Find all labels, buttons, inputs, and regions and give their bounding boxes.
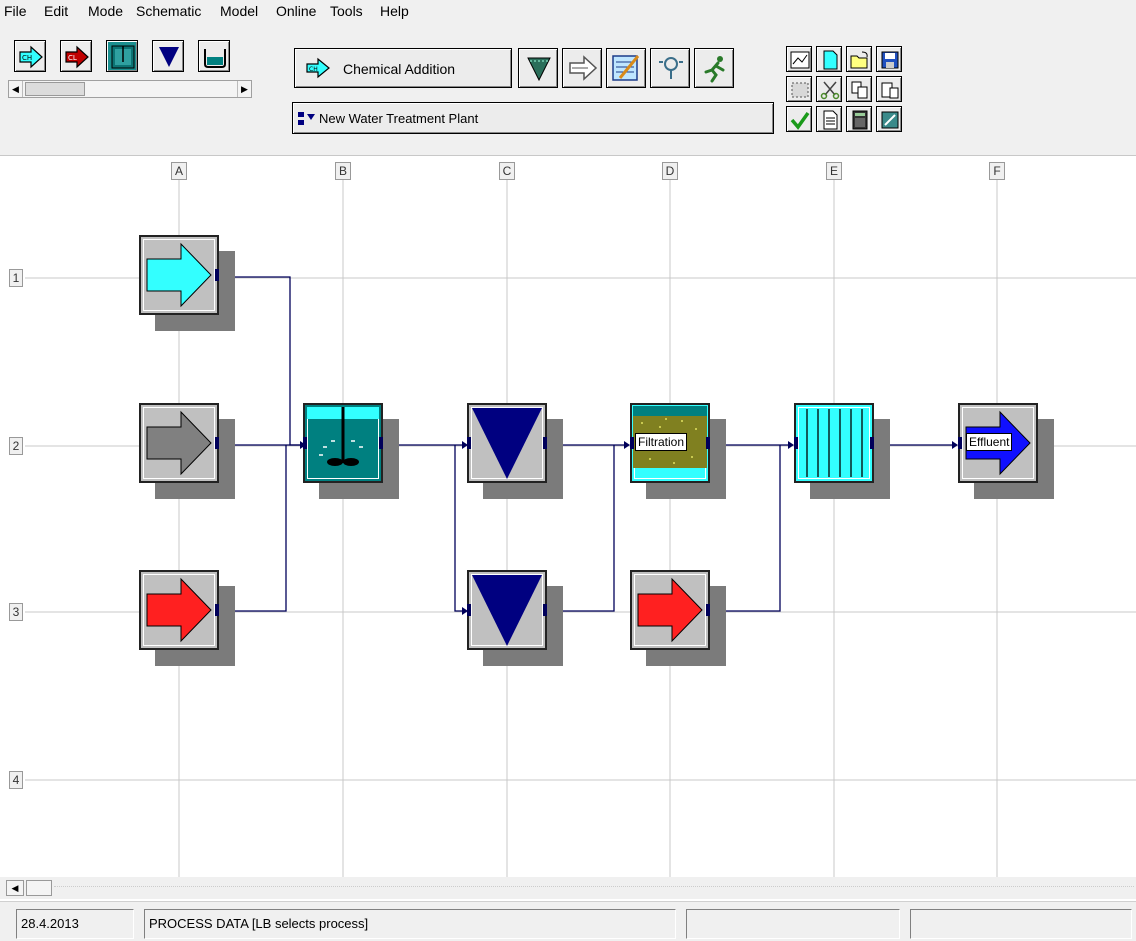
new-doc-icon — [823, 50, 838, 70]
report-icon — [823, 110, 838, 130]
scroll-track — [54, 886, 1134, 887]
membrane-unit-e2[interactable] — [794, 403, 890, 499]
membrane-icon — [794, 409, 874, 477]
influent-unit-a2[interactable] — [139, 403, 235, 499]
menu-schematic[interactable]: Schematic — [136, 3, 201, 19]
edit-schematic-icon — [612, 55, 640, 81]
runner-tool-button[interactable] — [694, 48, 734, 88]
status-message: PROCESS DATA [LB selects process] — [144, 909, 676, 939]
status-date: 28.4.2013 — [16, 909, 134, 939]
copy-icon — [851, 81, 868, 99]
select-area-button[interactable] — [786, 46, 812, 72]
scroll-right-arrow-icon[interactable]: ▶ — [237, 81, 251, 97]
chemical-unit-d3[interactable] — [630, 570, 726, 666]
scroll-left-arrow-icon[interactable]: ◀ — [6, 880, 24, 896]
svg-text:CH: CH — [22, 54, 32, 62]
scroll-thumb[interactable] — [26, 880, 52, 896]
palette-scrollbar[interactable]: ◀ ▶ — [8, 80, 252, 98]
settler-tool-button[interactable] — [518, 48, 558, 88]
paste-button[interactable] — [876, 76, 902, 102]
effluent-unit-f2[interactable]: Effluent — [958, 403, 1054, 499]
process-selector-label: Chemical Addition — [343, 61, 456, 77]
basin-icon — [204, 49, 226, 68]
menu-online[interactable]: Online — [276, 3, 316, 19]
check-icon — [790, 111, 810, 130]
mixer-unit-b2[interactable] — [303, 403, 399, 499]
process-selector[interactable]: CH Chemical Addition — [294, 48, 512, 88]
cut-icon — [820, 81, 840, 100]
settler-icon — [159, 47, 179, 67]
chemical-arrow-icon — [637, 577, 710, 643]
menu-mode[interactable]: Mode — [88, 3, 123, 19]
chemical-cl-icon: CL — [65, 45, 89, 69]
select-area-icon — [790, 51, 810, 69]
pipe-tool-icon — [569, 55, 598, 81]
menu-bar: File Edit Mode Schematic Model Online To… — [0, 0, 1136, 22]
marquee-button[interactable] — [786, 76, 812, 102]
pipe-tool-button[interactable] — [562, 48, 602, 88]
schematic-canvas[interactable]: A B C D E F 1 2 3 4 Filtration Effluent — [0, 157, 1136, 877]
menu-model[interactable]: Model — [220, 3, 258, 19]
toolbar-area: CH CL ◀ ▶ CH Chemical Addition New Water… — [0, 22, 1136, 156]
menu-file[interactable]: File — [4, 3, 27, 19]
open-folder-button[interactable] — [846, 46, 872, 72]
status-cell-4 — [910, 909, 1132, 939]
lamp-tool-button[interactable] — [650, 48, 690, 88]
save-disk-icon — [881, 51, 899, 69]
edit-sheet-icon — [881, 111, 899, 129]
edit-schematic-button[interactable] — [606, 48, 646, 88]
filtration-label: Filtration — [635, 433, 688, 451]
menu-edit[interactable]: Edit — [44, 3, 68, 19]
menu-tools[interactable]: Tools — [330, 3, 363, 19]
cut-button[interactable] — [816, 76, 842, 102]
palette-chemical-button[interactable]: CL — [60, 40, 92, 72]
palette-basin-button[interactable] — [198, 40, 230, 72]
settler-triangle-icon — [467, 575, 547, 646]
save-disk-button[interactable] — [876, 46, 902, 72]
influent-arrow-icon — [146, 410, 219, 476]
chemical-unit-a3[interactable] — [139, 570, 235, 666]
canvas-horizontal-scrollbar[interactable]: ◀ — [0, 877, 1136, 899]
palette-reactor-button[interactable] — [106, 40, 138, 72]
scroll-left-arrow-icon[interactable]: ◀ — [9, 81, 23, 97]
scroll-thumb[interactable] — [25, 82, 85, 96]
mixer-icon — [303, 407, 383, 466]
status-bar: 28.4.2013 PROCESS DATA [LB selects proce… — [0, 901, 1136, 941]
marquee-icon — [791, 82, 809, 98]
chemical-addition-icon: CH — [306, 57, 330, 79]
filtration-unit-d2[interactable]: Filtration — [630, 403, 726, 499]
runner-tool-icon — [704, 56, 725, 83]
settler-tool-icon — [527, 57, 551, 82]
palette-influent-button[interactable]: CH — [14, 40, 46, 72]
calculator-button[interactable] — [846, 106, 872, 132]
svg-text:CH: CH — [309, 66, 318, 73]
palette-settler-button[interactable] — [152, 40, 184, 72]
reactor-icon — [111, 45, 135, 69]
status-cell-3 — [686, 909, 900, 939]
svg-text:CL: CL — [68, 54, 77, 62]
new-doc-button[interactable] — [816, 46, 842, 72]
settler-unit-c3[interactable] — [467, 570, 563, 666]
settler-unit-c2[interactable] — [467, 403, 563, 499]
lamp-tool-icon — [659, 57, 683, 79]
influent-unit-a1[interactable] — [139, 235, 235, 331]
influent-ch-icon: CH — [19, 45, 43, 69]
plant-tree-icon — [298, 112, 315, 125]
calculator-icon — [852, 110, 868, 130]
check-button[interactable] — [786, 106, 812, 132]
open-folder-icon — [850, 51, 868, 69]
effluent-label: Effluent — [966, 433, 1013, 451]
edit-sheet-button[interactable] — [876, 106, 902, 132]
settler-triangle-icon — [467, 408, 547, 479]
copy-button[interactable] — [846, 76, 872, 102]
influent-arrow-icon — [146, 242, 219, 308]
plant-selector-label: New Water Treatment Plant — [319, 111, 479, 126]
plant-selector[interactable]: New Water Treatment Plant — [292, 102, 774, 134]
report-button[interactable] — [816, 106, 842, 132]
menu-help[interactable]: Help — [380, 3, 409, 19]
paste-icon — [881, 82, 899, 99]
chemical-arrow-icon — [146, 577, 219, 643]
